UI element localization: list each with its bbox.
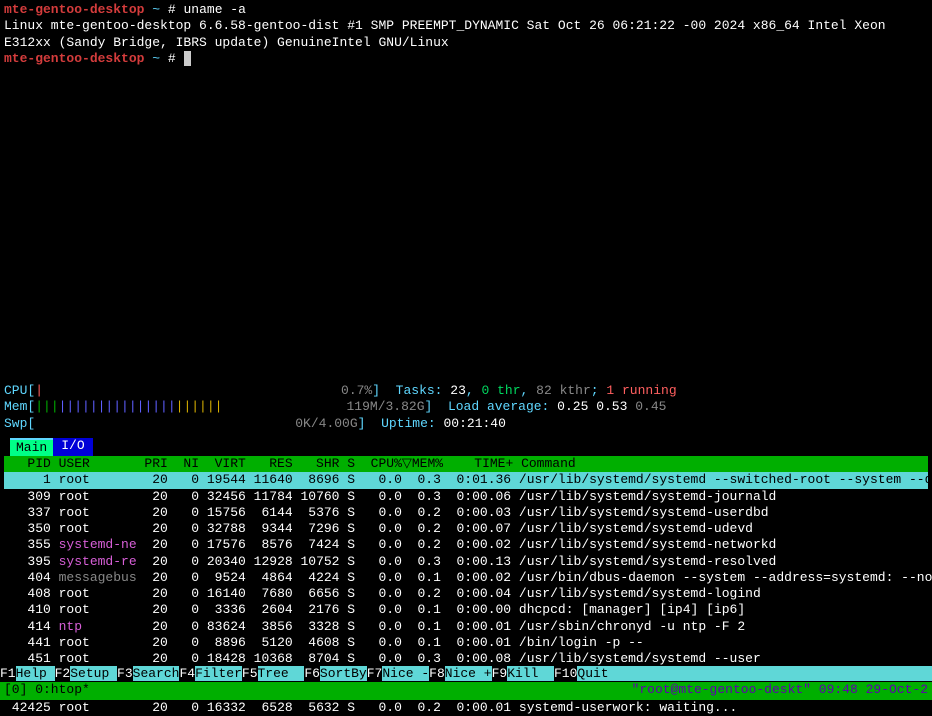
fkey-num: F5 [242,666,258,681]
process-row[interactable]: 1 root 20 0 19544 11640 8696 S 0.0 0.3 0… [4,472,928,488]
mem-meter: Mem[||||||||||||||||||||||||119M/3.82G] … [4,399,928,415]
htop-tabs: Main I/O [4,438,928,456]
prompt-symbol: # [168,51,176,66]
fkey-nice -[interactable]: Nice - [382,666,429,681]
fkey-kill[interactable]: Kill [507,666,554,681]
prompt-command: uname -a [184,2,246,17]
process-row[interactable]: 42425 root 20 0 16332 6528 5632 S 0.0 0.… [4,700,928,716]
fkey-bar: F1Help F2Setup F3SearchF4FilterF5Tree F6… [0,666,932,682]
process-row[interactable]: 410 root 20 0 3336 2604 2176 S 0.0 0.1 0… [4,602,928,618]
fkey-num: F1 [0,666,16,681]
fkey-num: F10 [554,666,577,681]
fkey-sortby[interactable]: SortBy [320,666,367,681]
prompt-cwd: ~ [152,51,160,66]
status-left: [0] 0:htop* [4,682,90,700]
fkey-search[interactable]: Search [133,666,180,681]
uname-output: Linux mte-gentoo-desktop 6.6.58-gentoo-d… [4,18,928,51]
status-right: "root@mte-gentoo-deskt" 09:48 29-Oct-2 [632,682,928,700]
fkey-num: F9 [492,666,508,681]
tmux-status-bar[interactable]: [0] 0:htop* "root@mte-gentoo-deskt" 09:4… [0,682,932,700]
process-row[interactable]: 408 root 20 0 16140 7680 6656 S 0.0 0.2 … [4,586,928,602]
process-header[interactable]: PID USER PRI NI VIRT RES SHR S CPU%▽MEM%… [4,456,928,472]
fkey-num: F6 [304,666,320,681]
tab-io[interactable]: I/O [53,438,92,456]
process-row[interactable]: 337 root 20 0 15756 6144 5376 S 0.0 0.2 … [4,505,928,521]
process-row[interactable]: 414 ntp 20 0 83624 3856 3328 S 0.0 0.1 0… [4,619,928,635]
fkey-num: F7 [367,666,383,681]
fkey-quit[interactable]: Quit [577,666,608,681]
fkey-num: F4 [179,666,195,681]
process-row[interactable]: 350 root 20 0 32788 9344 7296 S 0.0 0.2 … [4,521,928,537]
fkey-num: F2 [55,666,71,681]
process-row[interactable]: 309 root 20 0 32456 11784 10760 S 0.0 0.… [4,489,928,505]
prompt-line-2[interactable]: mte-gentoo-desktop ~ # [4,51,928,67]
terminal-top[interactable]: mte-gentoo-desktop ~ # uname -a Linux mt… [0,0,932,69]
prompt-symbol: # [168,2,176,17]
prompt-host: mte-gentoo-desktop [4,2,144,17]
prompt-line-1: mte-gentoo-desktop ~ # uname -a [4,2,928,18]
fkey-filter[interactable]: Filter [195,666,242,681]
process-row[interactable]: 395 systemd-re 20 0 20340 12928 10752 S … [4,554,928,570]
prompt-host: mte-gentoo-desktop [4,51,144,66]
fkey-num: F3 [117,666,133,681]
cpu-meter: CPU[|0.7%] Tasks: 23, 0 thr, 82 kthr; 1 … [4,383,928,399]
fkey-filler [609,666,932,681]
fkey-num: F8 [429,666,445,681]
swp-meter: Swp[0K/4.00G] Uptime: 00:21:40 [4,416,928,432]
tab-main[interactable]: Main [10,438,53,456]
fkey-tree[interactable]: Tree [258,666,305,681]
process-row[interactable]: 355 systemd-ne 20 0 17576 8576 7424 S 0.… [4,537,928,553]
prompt-cwd: ~ [152,2,160,17]
fkey-setup[interactable]: Setup [70,666,117,681]
process-row[interactable]: 441 root 20 0 8896 5120 4608 S 0.0 0.1 0… [4,635,928,651]
fkey-nice +[interactable]: Nice + [445,666,492,681]
cursor-icon [184,51,192,66]
process-row[interactable]: 404 messagebus 20 0 9524 4864 4224 S 0.0… [4,570,928,586]
fkey-help[interactable]: Help [16,666,55,681]
